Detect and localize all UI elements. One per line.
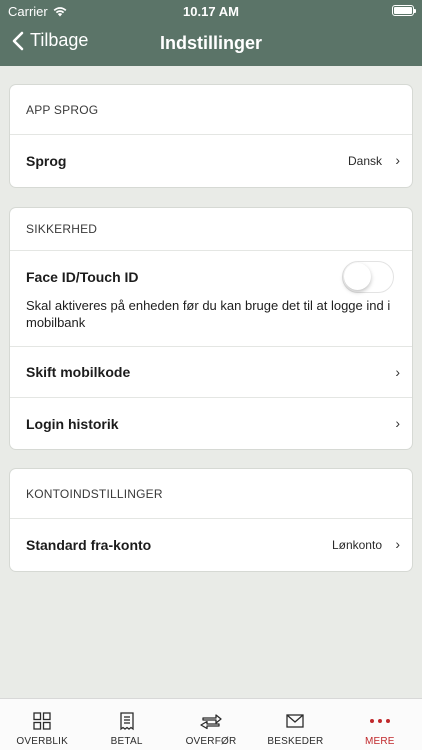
change-passcode-label: Skift mobilkode <box>26 364 131 380</box>
tab-betal[interactable]: BETAL <box>84 699 168 750</box>
chevron-right-icon: › <box>395 415 400 431</box>
tab-bar: OVERBLIK BETAL OVERFØR BESKEDER MERE <box>0 698 422 750</box>
face-id-toggle[interactable] <box>342 261 394 293</box>
envelope-icon <box>286 711 305 731</box>
tab-overblik[interactable]: OVERBLIK <box>0 699 84 750</box>
tab-beskeder[interactable]: BESKEDER <box>253 699 337 750</box>
receipt-icon <box>119 711 135 731</box>
default-account-row[interactable]: Standard fra-konto Lønkonto › <box>10 519 412 570</box>
face-id-label: Face ID/Touch ID <box>26 269 139 285</box>
tab-overfor[interactable]: OVERFØR <box>169 699 253 750</box>
change-passcode-row[interactable]: Skift mobilkode › <box>10 347 412 398</box>
section-header-security: SIKKERHED <box>10 208 412 251</box>
header: Carrier 10.17 AM Tilbage Indstillinger <box>0 0 422 66</box>
chevron-right-icon: › <box>395 152 400 168</box>
tab-mere[interactable]: MERE <box>338 699 422 750</box>
login-history-label: Login historik <box>26 415 119 432</box>
app-language-card: APP SPROG Sprog Dansk › <box>10 85 412 187</box>
language-value: Dansk <box>347 153 382 168</box>
toggle-knob <box>344 263 371 290</box>
section-header-app-language: APP SPROG <box>10 85 412 135</box>
face-id-row: Face ID/Touch ID Skal aktiveres på enhed… <box>10 251 412 347</box>
tab-label: OVERFØR <box>185 736 237 747</box>
tab-label: BESKEDER <box>267 736 324 747</box>
language-row[interactable]: Sprog Dansk › <box>10 135 412 186</box>
login-history-row[interactable]: Login historik › <box>10 398 412 449</box>
tab-label: MERE <box>364 736 395 747</box>
section-header-account: KONTOINDSTILLINGER <box>10 469 412 519</box>
account-settings-card: KONTOINDSTILLINGER Standard fra-konto Lø… <box>10 469 412 571</box>
default-account-label: Standard fra-konto <box>26 536 152 553</box>
tab-label: OVERBLIK <box>16 736 69 747</box>
page-title: Indstillinger <box>159 33 262 53</box>
status-bar: Carrier 10.17 AM <box>0 0 422 22</box>
tab-label: BETAL <box>110 736 143 747</box>
face-id-description: Skal aktiveres på enheden før du kan bru… <box>26 298 391 330</box>
transfer-icon <box>200 711 222 731</box>
grid-icon <box>33 711 51 731</box>
default-account-value: Lønkonto <box>331 537 382 552</box>
language-label: Sprog <box>26 152 67 169</box>
security-card: SIKKERHED Face ID/Touch ID Skal aktivere… <box>10 208 412 449</box>
chevron-right-icon: › <box>395 364 400 380</box>
nav-bar: Tilbage Indstillinger <box>0 24 422 64</box>
chevron-right-icon: › <box>395 536 400 552</box>
more-dots-icon <box>369 711 390 731</box>
clock: 10.17 AM <box>183 4 239 19</box>
battery-icon <box>392 5 416 16</box>
